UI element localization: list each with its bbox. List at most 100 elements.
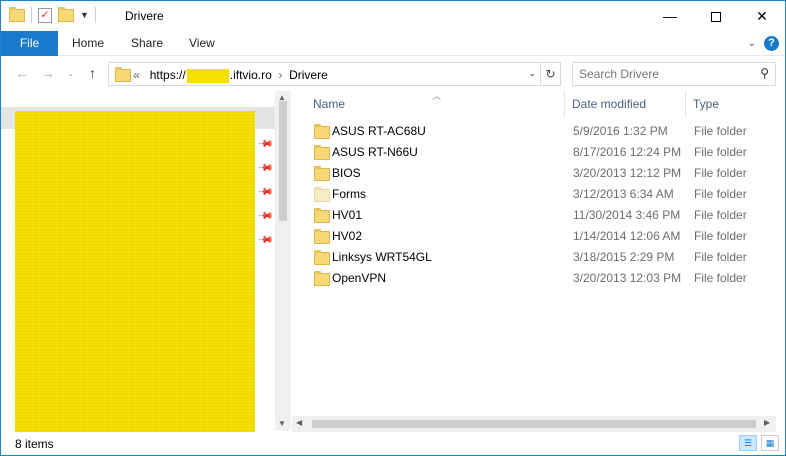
pin-icon[interactable]: 📌	[257, 184, 274, 201]
file-name: BIOS	[332, 166, 361, 180]
close-button[interactable]: ✕	[739, 1, 785, 31]
horizontal-scroll-thumb[interactable]	[312, 420, 756, 428]
navigation-pane: 📌 📌 📌 📌 📌 ▲ ▼	[1, 91, 291, 433]
file-date: 11/30/2014 3:46 PM	[573, 208, 681, 222]
item-count: 8 items	[15, 437, 54, 451]
column-header-date[interactable]: Date modified	[572, 97, 646, 111]
refresh-button[interactable]: ↻	[541, 62, 561, 86]
table-row[interactable]: OpenVPN 3/20/2013 12:03 PM File folder	[306, 268, 776, 289]
file-type: File folder	[694, 124, 747, 138]
tab-view[interactable]: View	[189, 31, 215, 56]
refresh-icon: ↻	[545, 67, 556, 81]
column-divider[interactable]	[564, 91, 565, 117]
properties-icon[interactable]: ✓	[38, 7, 52, 23]
folder-icon	[314, 187, 330, 202]
sort-ascending-icon: ︿	[432, 91, 442, 101]
address-overflow[interactable]: «	[133, 68, 140, 82]
details-view-button[interactable]: ☰	[739, 435, 757, 451]
file-date: 3/20/2013 12:03 PM	[573, 271, 682, 285]
maximize-button[interactable]	[693, 1, 739, 31]
address-current-folder[interactable]: Drivere	[289, 68, 328, 82]
folder-icon	[314, 271, 330, 286]
search-icon[interactable]: ⚲	[760, 66, 769, 80]
table-row[interactable]: ASUS RT-AC68U 5/9/2016 1:32 PM File fold…	[306, 121, 776, 142]
table-row[interactable]: BIOS 3/20/2013 12:12 PM File folder	[306, 163, 776, 184]
back-icon[interactable]: ←	[15, 65, 29, 81]
redacted-host	[186, 68, 229, 83]
file-list: ︿ Name Date modified Type ASUS RT-AC68U …	[292, 91, 785, 418]
file-type: File folder	[694, 229, 747, 243]
redacted-navigation-area	[15, 111, 255, 433]
column-header-name[interactable]: Name	[313, 97, 345, 111]
folder-icon	[314, 124, 330, 139]
navigation-bar: ← → ⌄ ↑ « https:// .iftvio.ro › Drivere ⌄…	[1, 57, 785, 91]
forward-icon[interactable]: →	[41, 65, 55, 81]
explorer-window: ✓ ▼ Drivere — ✕ File Home Share View ⌄ ?…	[0, 0, 786, 456]
tab-share[interactable]: Share	[131, 31, 163, 56]
address-dropdown-icon[interactable]: ⌄	[528, 68, 536, 79]
file-type: File folder	[694, 145, 747, 159]
horizontal-scrollbar[interactable]: ◀ ▶	[292, 416, 776, 432]
scroll-right-icon[interactable]: ▶	[764, 418, 770, 427]
folder-icon	[9, 6, 25, 22]
table-row[interactable]: HV01 11/30/2014 3:46 PM File folder	[306, 205, 776, 226]
table-row[interactable]: Linksys WRT54GL 3/18/2015 2:29 PM File f…	[306, 247, 776, 268]
folder-icon	[314, 145, 330, 160]
pin-icon[interactable]: 📌	[257, 136, 274, 153]
large-icons-view-button[interactable]: ▦	[761, 435, 779, 451]
file-name: HV02	[332, 229, 363, 243]
pin-icon[interactable]: 📌	[257, 232, 274, 249]
file-name: Forms	[332, 187, 366, 201]
column-divider[interactable]	[685, 91, 686, 117]
folder-icon	[115, 67, 131, 82]
address-bar[interactable]: « https:// .iftvio.ro › Drivere ⌄	[108, 62, 541, 86]
status-bar: 8 items ☰ ▦	[1, 432, 785, 455]
toolbar-divider	[31, 7, 32, 23]
file-name: ASUS RT-AC68U	[332, 124, 426, 138]
file-date: 3/20/2013 12:12 PM	[573, 166, 682, 180]
folder-icon	[314, 229, 330, 244]
address-separator[interactable]: ›	[278, 68, 282, 82]
toolbar-divider	[94, 7, 96, 23]
folder-icon	[314, 166, 330, 181]
table-row[interactable]: Forms 3/12/2013 6:34 AM File folder	[306, 184, 776, 205]
search-input[interactable]	[579, 67, 749, 81]
file-date: 3/12/2013 6:34 AM	[573, 187, 674, 201]
pin-icon[interactable]: 📌	[257, 160, 274, 177]
recent-locations-icon[interactable]: ⌄	[67, 68, 75, 79]
folder-icon	[314, 208, 330, 223]
file-name: ASUS RT-N66U	[332, 145, 418, 159]
help-icon[interactable]: ?	[764, 36, 779, 51]
file-date: 1/14/2014 12:06 AM	[573, 229, 681, 243]
expand-ribbon-icon[interactable]: ⌄	[748, 38, 756, 49]
customize-toolbar-icon[interactable]: ▼	[80, 10, 89, 20]
scroll-left-icon[interactable]: ◀	[296, 418, 302, 427]
table-row[interactable]: ASUS RT-N66U 8/17/2016 12:24 PM File fol…	[306, 142, 776, 163]
nav-scrollbar[interactable]: ▲ ▼	[275, 91, 291, 431]
scroll-down-icon[interactable]: ▼	[278, 419, 286, 428]
ribbon-tabs: File Home Share View ⌄ ?	[1, 31, 785, 56]
file-date: 3/18/2015 2:29 PM	[573, 250, 675, 264]
file-date: 8/17/2016 12:24 PM	[573, 145, 682, 159]
address-host: .iftvio.ro	[229, 68, 272, 82]
up-icon[interactable]: ↑	[89, 65, 96, 81]
folder-icon	[314, 250, 330, 265]
quick-access-toolbar: ✓ ▼	[9, 6, 96, 23]
column-header-type[interactable]: Type	[693, 97, 719, 111]
pin-icon[interactable]: 📌	[257, 208, 274, 225]
address-path[interactable]: « https:// .iftvio.ro › Drivere	[133, 68, 328, 83]
tab-file[interactable]: File	[1, 31, 58, 56]
search-box[interactable]: ⚲	[572, 62, 776, 86]
file-type: File folder	[694, 271, 747, 285]
minimize-button[interactable]: —	[647, 1, 693, 31]
tab-home[interactable]: Home	[72, 31, 104, 56]
table-row[interactable]: HV02 1/14/2014 12:06 AM File folder	[306, 226, 776, 247]
address-scheme: https://	[149, 68, 186, 82]
title-bar: ✓ ▼ Drivere — ✕	[1, 1, 785, 31]
nav-scroll-thumb[interactable]	[279, 101, 287, 221]
new-folder-icon[interactable]	[58, 6, 74, 22]
file-type: File folder	[694, 250, 747, 264]
file-name: Linksys WRT54GL	[332, 250, 432, 264]
maximize-icon	[711, 12, 721, 23]
file-name: HV01	[332, 208, 363, 222]
